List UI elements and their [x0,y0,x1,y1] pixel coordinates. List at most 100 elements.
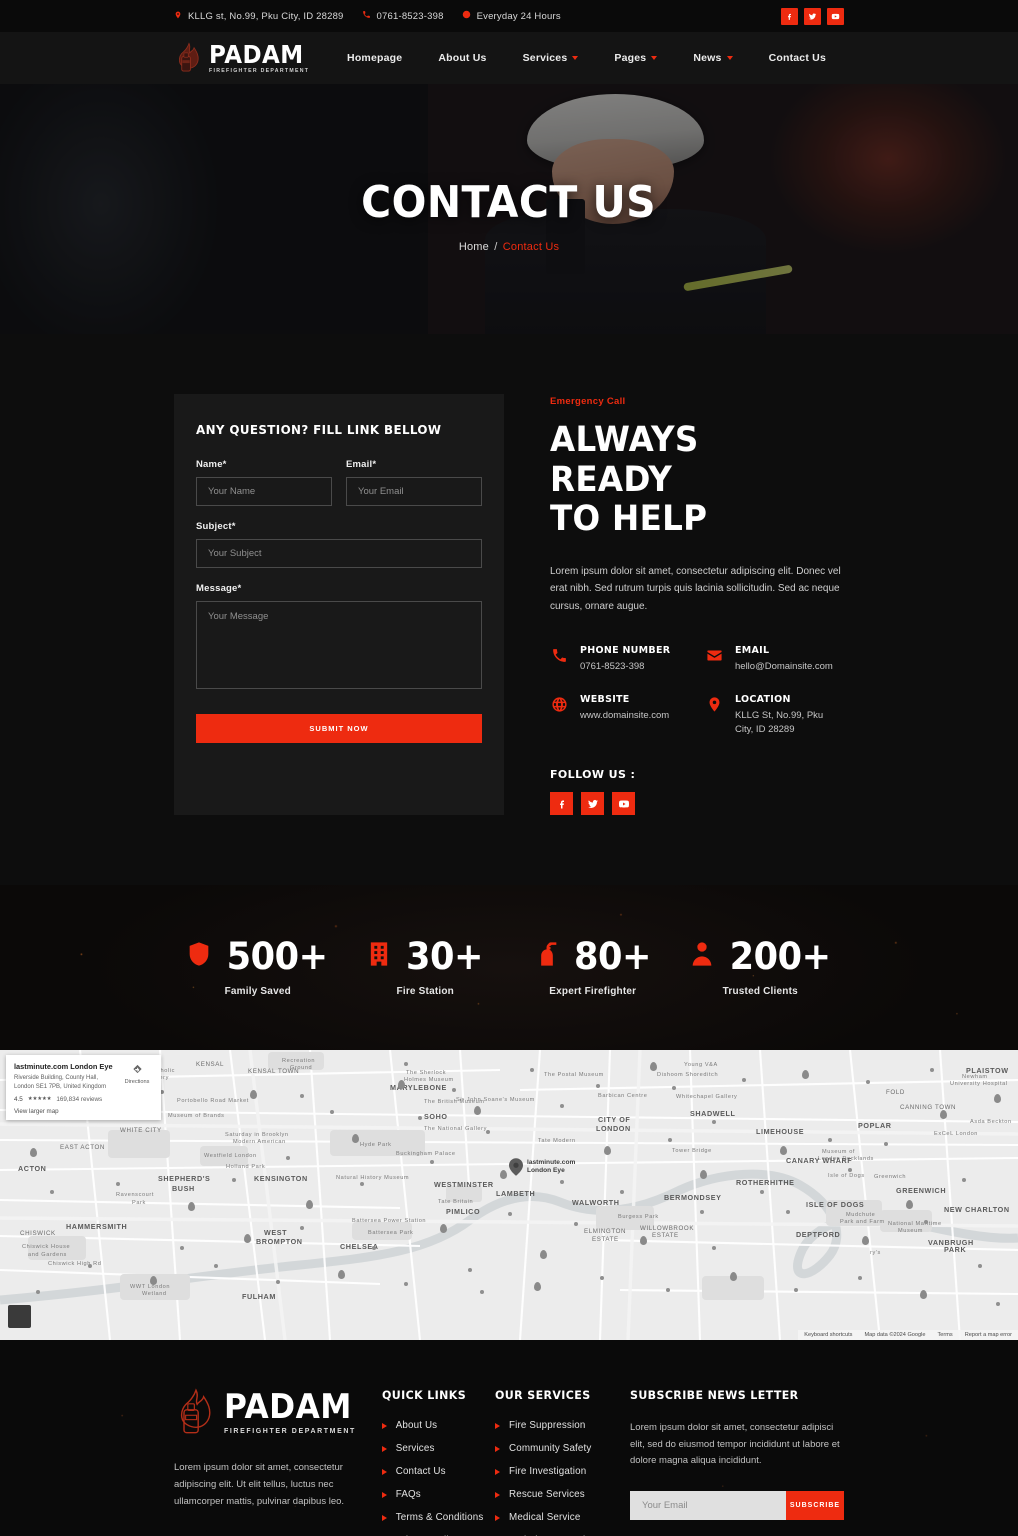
contact-form-card: ANY QUESTION? FILL LINK BELLOW Name* Ema… [174,394,504,816]
footer-service-rescue-services[interactable]: Rescue Services [495,1489,608,1500]
stats-section: 500+ Family Saved 30+ Fire Station 80+ E… [0,885,1018,1051]
nav-item-about-us[interactable]: About Us [420,52,504,64]
extinguisher-icon [533,938,561,975]
footer-link-label: Contact Us [395,1466,446,1478]
footer-link-contact-us[interactable]: Contact Us [381,1466,491,1478]
contact-info-key: PHONE NUMBER [580,645,671,657]
map-label: ISLE OF DOGS [806,1200,865,1210]
map-marker-line1: lastminute.com [527,1159,576,1167]
form-group-message: Message* [196,583,482,694]
map-label: FULHAM [242,1292,276,1302]
contact-info-email[interactable]: EMAIL hello@Domainsite.com [705,645,844,674]
nav-item-contact-us[interactable]: Contact Us [751,52,844,64]
map-card-reviews: 169,834 reviews [56,1095,103,1103]
message-textarea[interactable] [196,601,482,689]
breadcrumb-separator: / [494,241,498,253]
location-map[interactable]: ACTON WHITE CITY EAST ACTON SHEPHERD'S BUSH C… [0,1050,1018,1341]
submit-button[interactable]: SUBMIT NOW [196,714,482,743]
contact-info-column: Emergency Call ALWAYS READY TO HELP Lore… [504,394,844,816]
topbar-social-list [781,0,844,32]
map-label: WHITE CITY [120,1127,162,1135]
map-label: Natural History Museum [336,1175,410,1182]
contact-info-value: KLLG St, No.99, Pku City, ID 28289 [735,709,824,735]
map-label: WEST [264,1228,288,1238]
arrow-right-icon [381,1422,387,1429]
footer-service-medical-service[interactable]: Medical Service [495,1512,608,1523]
chevron-down-icon [572,56,579,60]
footer-link-faqs[interactable]: FAQs [381,1489,491,1501]
topbar-phone[interactable]: 0761-8523-398 [362,10,444,22]
map-label: Ground [290,1065,313,1072]
stat-number: 80+ [573,935,651,979]
twitter-icon[interactable] [581,792,604,816]
name-input[interactable] [196,477,332,506]
stat-number: 500+ [226,935,328,979]
map-report-link[interactable]: Report a map error [965,1332,1012,1338]
facebook-icon[interactable] [781,7,798,25]
map-directions-button[interactable]: Directions [119,1064,155,1085]
map-label: Museum of Brands [168,1113,225,1120]
contact-info-location[interactable]: LOCATION KLLG St, No.99, Pku City, ID 28… [705,694,844,737]
newsletter-subscribe-button[interactable]: SUBSCRIBE [786,1491,844,1521]
chevron-down-icon [726,56,733,60]
nav-item-services[interactable]: Services [505,52,597,64]
map-label: The Postal Museum [544,1072,604,1079]
map-label: EAST ACTON [60,1144,105,1152]
youtube-icon[interactable] [612,792,635,816]
map-label: ACTON [18,1164,47,1174]
arrow-right-icon [381,1445,387,1452]
footer-link-label: FAQs [395,1489,421,1501]
nav-item-pages[interactable]: Pages [596,52,675,64]
form-title: ANY QUESTION? FILL LINK BELLOW [196,422,442,437]
arrow-right-icon [381,1514,387,1521]
nav-item-news[interactable]: News [675,52,750,64]
topbar-address-text: KLLG st, No.99, Pku City, ID 28289 [188,10,344,22]
footer-link-about-us[interactable]: About Us [381,1420,491,1431]
contact-info-website[interactable]: WEBSITE www.domainsite.com [550,694,689,737]
map-label: Westfield London [204,1153,257,1160]
map-label: Chiswick High Rd [48,1261,102,1268]
map-label: Hyde Park [360,1142,392,1149]
footer-link-terms[interactable]: Terms & Conditions [381,1512,491,1524]
subject-input[interactable] [196,539,482,568]
newsletter-email-input[interactable] [630,1491,786,1521]
map-label: Battersea Power Station [352,1218,427,1225]
map-label: ExCeL London [934,1131,979,1138]
topbar-address: KLLG st, No.99, Pku City, ID 28289 [174,10,344,23]
map-label: Holmes Museum [404,1077,454,1084]
contact-info-key: WEBSITE [580,693,630,705]
map-label: National Maritime [888,1221,942,1228]
footer-logo-text: PADAM FIREFIGHTER DEPARTMENT [224,1390,363,1435]
twitter-icon[interactable] [804,7,821,25]
map-label: Burgess Park [618,1214,659,1221]
youtube-icon[interactable] [827,7,844,25]
map-label: BERMONDSEY [664,1193,722,1203]
map-pin-icon [509,1158,523,1177]
map-label: Ravenscourt [116,1192,155,1199]
facebook-icon[interactable] [550,792,573,816]
map-label: Tate Modern [538,1138,576,1145]
breadcrumb-home[interactable]: Home [459,241,489,253]
map-main-marker[interactable]: lastminute.com London Eye [509,1158,576,1177]
footer-link-label: Terms & Conditions [395,1512,484,1524]
footer-service-fire-suppression[interactable]: Fire Suppression [495,1420,608,1431]
stat-label: Fire Station [396,986,454,998]
map-terms-link[interactable]: Terms [938,1332,953,1338]
email-input[interactable] [346,477,482,506]
site-logo[interactable]: PADAM FIREFIGHTER DEPARTMENT [174,42,312,74]
nav-label: About Us [438,52,487,64]
footer-service-label: Rescue Services [509,1489,585,1501]
footer-link-services[interactable]: Services [381,1443,491,1454]
footer-service-community-safety[interactable]: Community Safety [495,1443,608,1454]
contact-info-phone[interactable]: PHONE NUMBER 0761-8523-398 [550,645,689,674]
breadcrumb: Home / Contact Us [459,241,559,253]
map-view-larger-link[interactable]: View larger map [14,1108,153,1115]
nav-item-homepage[interactable]: Homepage [329,52,420,64]
arrow-right-icon [495,1491,501,1498]
footer-logo[interactable]: PADAM FIREFIGHTER DEPARTMENT [174,1388,378,1436]
nav-label: Services [522,52,568,64]
map-keyboard-shortcuts[interactable]: Keyboard shortcuts [804,1332,852,1338]
footer-service-fire-investigation[interactable]: Fire Investigation [495,1466,608,1477]
map-marker-line2: London Eye [527,1167,565,1175]
map-label: HAMMERSMITH [66,1222,128,1232]
